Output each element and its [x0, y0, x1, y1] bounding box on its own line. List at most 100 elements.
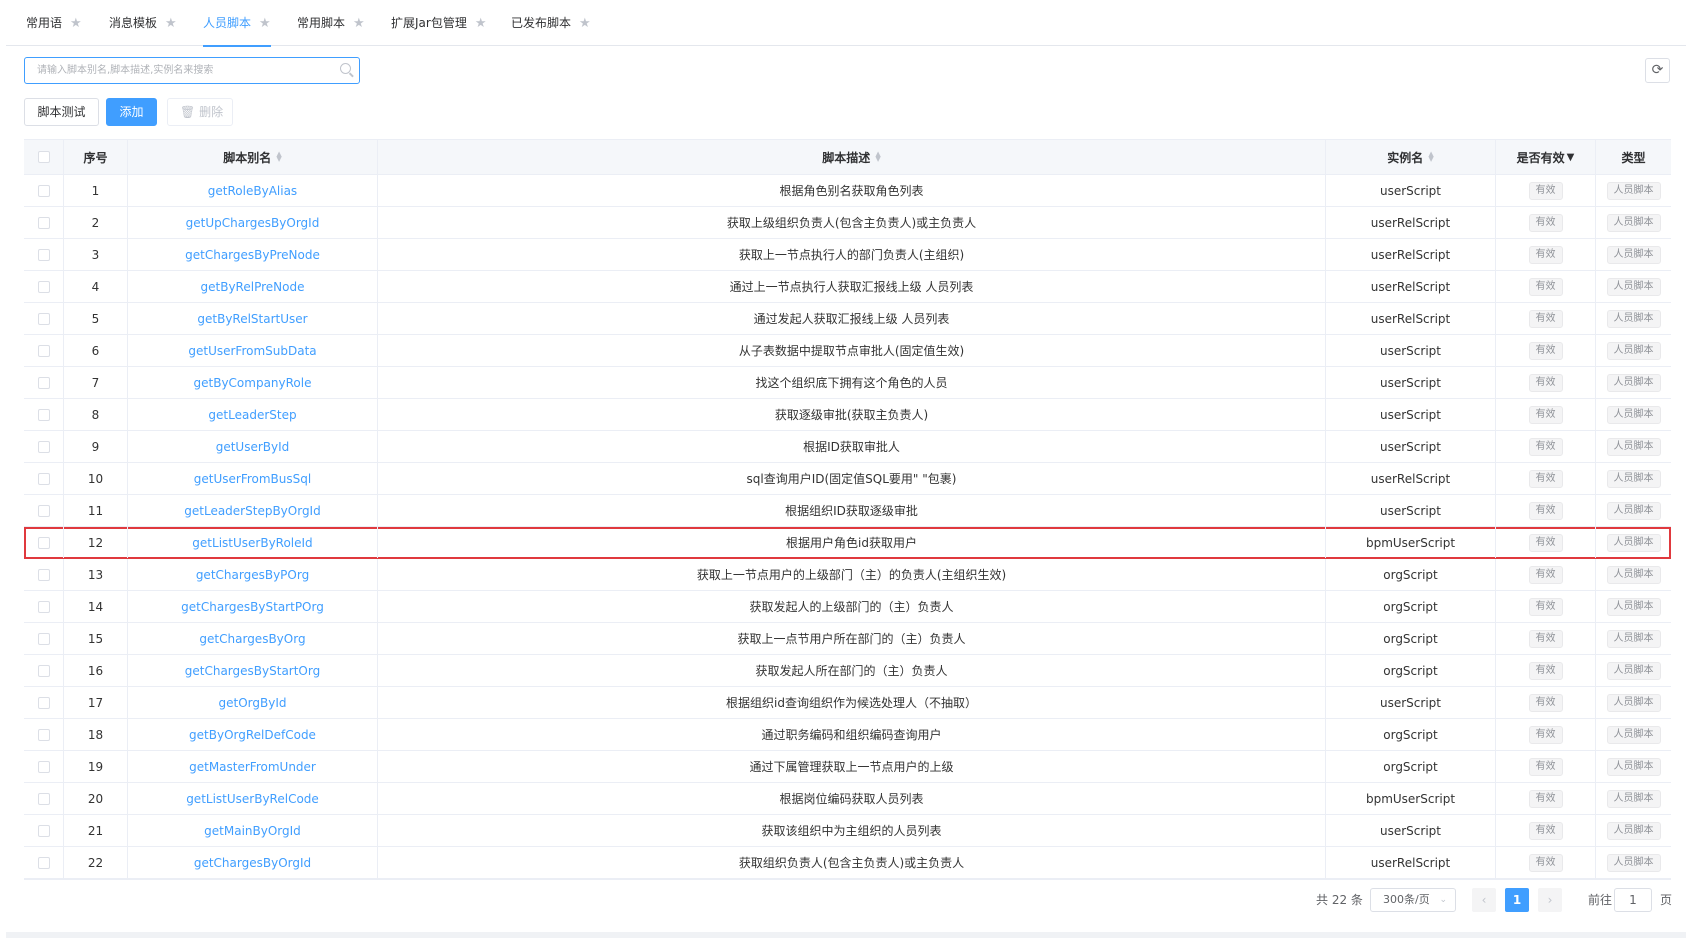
- row-checkbox[interactable]: [37, 792, 50, 805]
- sort-icon[interactable]: ▲ ▼: [1428, 151, 1433, 163]
- row-checkbox[interactable]: [37, 568, 50, 581]
- row-checkbox[interactable]: [37, 472, 50, 485]
- row-checkbox[interactable]: [37, 728, 50, 741]
- table-row[interactable]: 17 getOrgById 根据组织id查询组织作为候选处理人（不抽取） userSc…: [24, 687, 1671, 719]
- row-valid-cell: 有效: [1496, 431, 1596, 462]
- page-size-select[interactable]: 300条/页 ⌄: [1370, 888, 1456, 912]
- star-icon[interactable]: ★: [579, 16, 591, 31]
- script-alias-link[interactable]: getOrgById: [219, 696, 287, 710]
- script-alias-link[interactable]: getByOrgRelDefCode: [189, 728, 316, 742]
- script-test-button[interactable]: 脚本测试: [24, 98, 99, 126]
- select-all-checkbox[interactable]: [37, 151, 50, 163]
- table-row[interactable]: 13 getChargesByPOrg 获取上一节点用户的上级部门（主）的负责人(主…: [24, 559, 1671, 591]
- delete-button[interactable]: 🗑 删除: [167, 98, 233, 126]
- row-checkbox[interactable]: [37, 184, 50, 197]
- table-row[interactable]: 11 getLeaderStepByOrgId 根据组织ID获取逐级审批 userSc…: [24, 495, 1671, 527]
- script-alias-link[interactable]: getUpChargesByOrgId: [186, 216, 320, 230]
- next-page-button[interactable]: ›: [1538, 888, 1562, 912]
- table-row[interactable]: 2 getUpChargesByOrgId 获取上级组织负责人(包含主负责人)或主负…: [24, 207, 1671, 239]
- star-icon[interactable]: ★: [353, 16, 365, 31]
- script-alias-link[interactable]: getByRelStartUser: [197, 312, 307, 326]
- table-row[interactable]: 7 getByCompanyRole 找这个组织底下拥有这个角色的人员 userScr…: [24, 367, 1671, 399]
- row-checkbox[interactable]: [37, 664, 50, 677]
- row-checkbox[interactable]: [37, 696, 50, 709]
- add-button[interactable]: 添加: [106, 98, 157, 126]
- row-checkbox[interactable]: [37, 312, 50, 325]
- table-row[interactable]: 15 getChargesByOrg 获取上一点节用户所在部门的（主）负责人 orgS…: [24, 623, 1671, 655]
- table-row[interactable]: 18 getByOrgRelDefCode 通过职务编码和组织编码查询用户 orgSc…: [24, 719, 1671, 751]
- row-checkbox[interactable]: [37, 760, 50, 773]
- row-checkbox[interactable]: [37, 824, 50, 837]
- tab-common-phrases[interactable]: 常用语 ★: [26, 0, 82, 46]
- header-desc[interactable]: 脚本描述 ▲ ▼: [378, 140, 1326, 174]
- script-alias-link[interactable]: getChargesByPOrg: [196, 568, 309, 582]
- table-row[interactable]: 1 getRoleByAlias 根据角色别名获取角色列表 userScript 有效 人…: [24, 175, 1671, 207]
- table-row[interactable]: 19 getMasterFromUnder 通过下属管理获取上一节点用户的上级 org…: [24, 751, 1671, 783]
- tab-common-scripts[interactable]: 常用脚本 ★: [297, 0, 365, 46]
- refresh-button[interactable]: ⟳: [1645, 58, 1670, 83]
- tab-message-templates[interactable]: 消息模板 ★: [109, 0, 177, 46]
- header-alias[interactable]: 脚本别名 ▲ ▼: [128, 140, 378, 174]
- script-alias-link[interactable]: getChargesByStartPOrg: [181, 600, 324, 614]
- search-input[interactable]: [25, 58, 325, 83]
- table-row[interactable]: 6 getUserFromSubData 从子表数据中提取节点审批人(固定值生效) u…: [24, 335, 1671, 367]
- goto-page-input[interactable]: [1614, 888, 1652, 912]
- script-alias-link[interactable]: getListUserByRoleId: [192, 536, 312, 550]
- table-row[interactable]: 9 getUserById 根据ID获取审批人 userScript 有效 人员脚本: [24, 431, 1671, 463]
- script-alias-link[interactable]: getByCompanyRole: [194, 376, 312, 390]
- filter-icon[interactable]: ▼: [1567, 152, 1575, 163]
- table-row[interactable]: 4 getByRelPreNode 通过上一节点执行人获取汇报线上级 人员列表 use…: [24, 271, 1671, 303]
- tab-personnel-scripts[interactable]: 人员脚本 ★: [203, 0, 271, 47]
- table-row[interactable]: 20 getListUserByRelCode 根据岗位编码获取人员列表 bpmUse…: [24, 783, 1671, 815]
- table-row[interactable]: 10 getUserFromBusSql sql查询用户ID(固定值SQL要用" "…: [24, 463, 1671, 495]
- script-alias-link[interactable]: getChargesByPreNode: [185, 248, 320, 262]
- star-icon[interactable]: ★: [165, 16, 177, 31]
- script-alias-link[interactable]: getUserFromBusSql: [194, 472, 311, 486]
- script-alias-link[interactable]: getListUserByRelCode: [186, 792, 319, 806]
- row-checkbox[interactable]: [37, 248, 50, 261]
- search-icon[interactable]: [340, 63, 351, 74]
- script-alias-link[interactable]: getChargesByStartOrg: [185, 664, 320, 678]
- script-alias-link[interactable]: getChargesByOrg: [199, 632, 305, 646]
- script-alias-link[interactable]: getMasterFromUnder: [189, 760, 316, 774]
- table-row[interactable]: 5 getByRelStartUser 通过发起人获取汇报线上级 人员列表 userR…: [24, 303, 1671, 335]
- row-checkbox[interactable]: [37, 856, 50, 869]
- row-checkbox[interactable]: [37, 408, 50, 421]
- star-icon[interactable]: ★: [70, 16, 82, 31]
- row-checkbox[interactable]: [37, 600, 50, 613]
- row-checkbox[interactable]: [37, 504, 50, 517]
- header-instance[interactable]: 实例名 ▲ ▼: [1326, 140, 1496, 174]
- star-icon[interactable]: ★: [475, 16, 487, 31]
- row-checkbox[interactable]: [37, 344, 50, 357]
- table-row[interactable]: 21 getMainByOrgId 获取该组织中为主组织的人员列表 userScrip…: [24, 815, 1671, 847]
- row-checkbox[interactable]: [37, 440, 50, 453]
- star-icon[interactable]: ★: [259, 16, 271, 31]
- script-alias-link[interactable]: getLeaderStep: [208, 408, 296, 422]
- table-row[interactable]: 8 getLeaderStep 获取逐级审批(获取主负责人) userScript 有效…: [24, 399, 1671, 431]
- script-alias-link[interactable]: getByRelPreNode: [201, 280, 305, 294]
- table-row[interactable]: 16 getChargesByStartOrg 获取发起人所在部门的（主）负责人 or…: [24, 655, 1671, 687]
- row-checkbox[interactable]: [37, 216, 50, 229]
- script-alias-link[interactable]: getChargesByOrgId: [194, 856, 311, 870]
- table-row[interactable]: 22 getChargesByOrgId 获取组织负责人(包含主负责人)或主负责人 u…: [24, 847, 1671, 879]
- prev-page-button[interactable]: ‹: [1472, 888, 1496, 912]
- table-row[interactable]: 3 getChargesByPreNode 获取上一节点执行人的部门负责人(主组织)…: [24, 239, 1671, 271]
- script-alias-link[interactable]: getLeaderStepByOrgId: [184, 504, 320, 518]
- row-checkbox[interactable]: [37, 376, 50, 389]
- tab-published-scripts[interactable]: 已发布脚本 ★: [511, 0, 591, 46]
- row-checkbox[interactable]: [37, 632, 50, 645]
- sort-icon[interactable]: ▲ ▼: [276, 151, 281, 163]
- row-checkbox[interactable]: [37, 536, 50, 549]
- sort-icon[interactable]: ▲ ▼: [875, 151, 880, 163]
- script-alias-link[interactable]: getMainByOrgId: [204, 824, 301, 838]
- page-number-button[interactable]: 1: [1505, 888, 1529, 912]
- script-alias-link[interactable]: getRoleByAlias: [208, 184, 297, 198]
- script-alias-link[interactable]: getUserFromSubData: [188, 344, 316, 358]
- table-row[interactable]: 12 getListUserByRoleId 根据用户角色id获取用户 bpmUser…: [24, 527, 1671, 559]
- row-checkbox-cell: [24, 431, 64, 462]
- script-alias-link[interactable]: getUserById: [216, 440, 290, 454]
- header-valid[interactable]: 是否有效 ▼: [1496, 140, 1596, 174]
- tab-jar-management[interactable]: 扩展Jar包管理 ★: [391, 0, 486, 46]
- table-row[interactable]: 14 getChargesByStartPOrg 获取发起人的上级部门的（主）负责人…: [24, 591, 1671, 623]
- row-checkbox[interactable]: [37, 280, 50, 293]
